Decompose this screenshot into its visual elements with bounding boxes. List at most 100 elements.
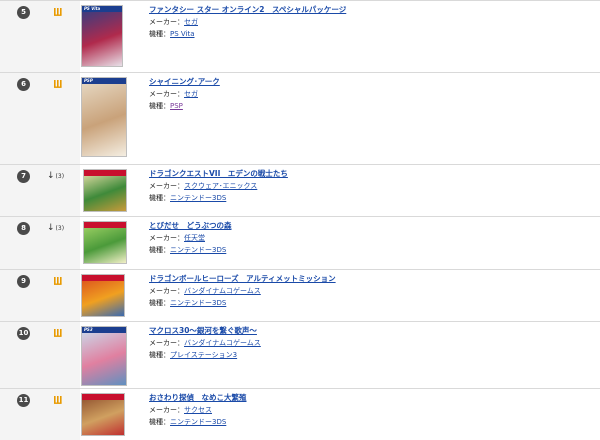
ranking-row: 10 PS3 マクロス30～銀河を繋ぐ歌声～ メーカー：バンダイナムコゲームス 機種：プ… <box>0 321 600 388</box>
maker-label: メーカー： <box>149 18 184 26</box>
platform-label: 機種： <box>149 194 170 202</box>
platform-label: 機種： <box>149 246 170 254</box>
item-title-link[interactable]: マクロス30～銀河を繋ぐ歌声～ <box>149 325 590 337</box>
item-title-link[interactable]: おさわり探偵 なめこ大繁殖 <box>149 392 590 404</box>
cover-platform-band: PSP <box>82 78 126 84</box>
rank-column <box>0 165 80 216</box>
rank-badge: 11 <box>17 394 30 407</box>
maker-label: メーカー： <box>149 287 184 295</box>
rank-column <box>0 1 80 72</box>
rank-badge: 10 <box>17 327 30 340</box>
new-entry-icon <box>53 7 62 17</box>
item-info: マクロス30～銀河を繋ぐ歌声～ メーカー：バンダイナムコゲームス 機種：プレイステー… <box>149 325 590 361</box>
maker-label: メーカー： <box>149 339 184 347</box>
cover-image[interactable] <box>81 274 125 317</box>
trend-change: (3) <box>55 173 65 180</box>
trend-indicator: ↓(3) <box>47 222 64 234</box>
new-entry-icon <box>53 276 62 286</box>
rank-badge: 9 <box>17 275 30 288</box>
cover-image[interactable] <box>83 221 127 264</box>
cover-image[interactable]: PS3 <box>81 326 127 386</box>
maker-line: メーカー：スクウェア･エニックス <box>149 180 590 192</box>
cover-image[interactable] <box>83 169 127 212</box>
cover-platform-band: PS3 <box>82 327 126 333</box>
cover-platform-label: PS3 <box>84 327 93 332</box>
cover-image[interactable] <box>81 393 125 436</box>
maker-label: メーカー： <box>149 234 184 242</box>
platform-link[interactable]: PS Vita <box>170 30 195 38</box>
platform-link[interactable]: ニンテンドー3DS <box>170 418 226 426</box>
maker-line: メーカー：バンダイナムコゲームス <box>149 285 590 297</box>
platform-link[interactable]: ニンテンドー3DS <box>170 299 226 307</box>
platform-label: 機種： <box>149 351 170 359</box>
rank-badge: 8 <box>17 222 30 235</box>
new-entry-icon <box>53 79 62 89</box>
rank-badge: 6 <box>17 78 30 91</box>
platform-label: 機種： <box>149 102 170 110</box>
ranking-row: 9 ドラゴンボールヒーローズ アルティメットミッション メーカー：バンダイナムコゲー… <box>0 269 600 321</box>
platform-label: 機種： <box>149 30 170 38</box>
down-arrow-icon: ↓ <box>47 223 55 233</box>
platform-line: 機種：プレイステーション3 <box>149 349 590 361</box>
ranking-list: 5 PS Vita ファンタシー スター オンライン2 スペシャルパッケージ メーカー… <box>0 0 600 440</box>
down-arrow-icon: ↓ <box>47 171 55 181</box>
maker-label: メーカー： <box>149 182 184 190</box>
item-info: ドラゴンボールヒーローズ アルティメットミッション メーカー：バンダイナムコゲーム… <box>149 273 590 309</box>
platform-link[interactable]: ニンテンドー3DS <box>170 246 226 254</box>
cover-platform-band <box>82 394 124 400</box>
ranking-row: 5 PS Vita ファンタシー スター オンライン2 スペシャルパッケージ メーカー… <box>0 0 600 72</box>
cover-platform-band: PS Vita <box>82 6 122 12</box>
maker-label: メーカー： <box>149 406 184 414</box>
rank-column <box>0 389 80 440</box>
maker-link[interactable]: バンダイナムコゲームス <box>184 339 261 347</box>
maker-line: メーカー：任天堂 <box>149 232 590 244</box>
cover-platform-label: PS Vita <box>84 6 101 11</box>
maker-line: メーカー：サクセス <box>149 404 590 416</box>
cover-platform-band <box>82 275 124 281</box>
rank-column <box>0 322 80 388</box>
maker-label: メーカー： <box>149 90 184 98</box>
maker-line: メーカー：セガ <box>149 88 590 100</box>
rank-column <box>0 217 80 269</box>
cover-image[interactable]: PS Vita <box>81 5 123 67</box>
item-title-link[interactable]: シャイニング･アーク <box>149 76 590 88</box>
platform-link[interactable]: PSP <box>170 102 183 110</box>
platform-link[interactable]: プレイステーション3 <box>170 351 237 359</box>
maker-link[interactable]: セガ <box>184 90 198 98</box>
cover-platform-band <box>84 170 126 176</box>
maker-line: メーカー：セガ <box>149 16 590 28</box>
item-info: ファンタシー スター オンライン2 スペシャルパッケージ メーカー：セガ 機種：PS… <box>149 4 590 40</box>
rank-column <box>0 73 80 164</box>
trend-indicator: ↓(3) <box>47 170 64 182</box>
item-title-link[interactable]: ドラゴンボールヒーローズ アルティメットミッション <box>149 273 590 285</box>
maker-link[interactable]: セガ <box>184 18 198 26</box>
rank-badge: 7 <box>17 170 30 183</box>
item-title-link[interactable]: とびだせ どうぶつの森 <box>149 220 590 232</box>
maker-line: メーカー：バンダイナムコゲームス <box>149 337 590 349</box>
maker-link[interactable]: サクセス <box>184 406 212 414</box>
platform-line: 機種：ニンテンドー3DS <box>149 297 590 309</box>
item-title-link[interactable]: ドラゴンクエストVII エデンの戦士たち <box>149 168 590 180</box>
cover-image[interactable]: PSP <box>81 77 127 157</box>
rank-column <box>0 270 80 321</box>
platform-line: 機種：ニンテンドー3DS <box>149 416 590 428</box>
platform-label: 機種： <box>149 418 170 426</box>
cover-platform-band <box>84 222 126 228</box>
cover-platform-label: PSP <box>84 78 93 83</box>
platform-label: 機種： <box>149 299 170 307</box>
maker-link[interactable]: スクウェア･エニックス <box>184 182 257 190</box>
trend-change: (3) <box>55 225 65 232</box>
ranking-row: 11 おさわり探偵 なめこ大繁殖 メーカー：サクセス 機種：ニンテンドー3DS <box>0 388 600 440</box>
platform-line: 機種：ニンテンドー3DS <box>149 192 590 204</box>
maker-link[interactable]: バンダイナムコゲームス <box>184 287 261 295</box>
platform-link[interactable]: ニンテンドー3DS <box>170 194 226 202</box>
maker-link[interactable]: 任天堂 <box>184 234 205 242</box>
item-info: おさわり探偵 なめこ大繁殖 メーカー：サクセス 機種：ニンテンドー3DS <box>149 392 590 428</box>
ranking-row: 6 PSP シャイニング･アーク メーカー：セガ 機種：PSP <box>0 72 600 164</box>
platform-line: 機種：PSP <box>149 100 590 112</box>
ranking-row: 8 ↓(3) とびだせ どうぶつの森 メーカー：任天堂 機種：ニンテンドー3DS <box>0 216 600 269</box>
item-info: とびだせ どうぶつの森 メーカー：任天堂 機種：ニンテンドー3DS <box>149 220 590 256</box>
item-title-link[interactable]: ファンタシー スター オンライン2 スペシャルパッケージ <box>149 4 590 16</box>
new-entry-icon <box>53 328 62 338</box>
new-entry-icon <box>53 395 62 405</box>
